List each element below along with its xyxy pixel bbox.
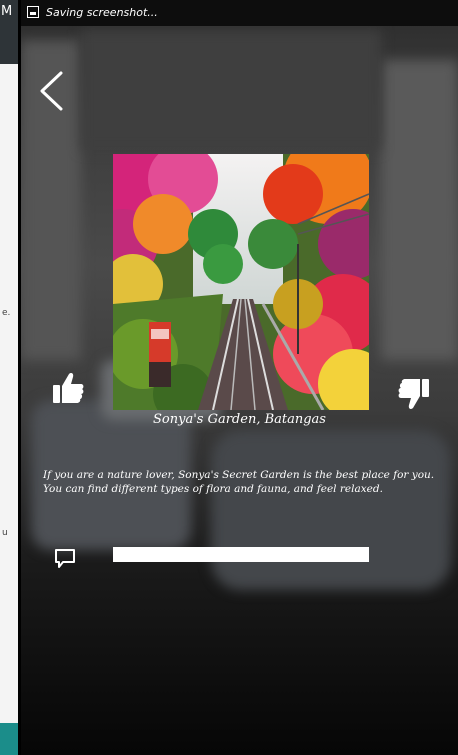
previous-screen-teal-bar: [0, 723, 18, 755]
place-photo: [113, 154, 369, 410]
status-notification: Saving screenshot...: [46, 6, 158, 19]
previous-screen-topbar: M: [0, 0, 18, 64]
comment-button[interactable]: [54, 547, 76, 569]
previous-screen-text-fragment: e.: [2, 308, 11, 318]
detail-screen: Saving screenshot... Sonya's Garden, Bat…: [21, 0, 458, 755]
like-button[interactable]: [51, 370, 85, 406]
place-description: If you are a nature lover, Sonya's Secre…: [43, 469, 435, 495]
back-button[interactable]: [37, 70, 67, 112]
dislike-button[interactable]: [397, 376, 431, 412]
previous-screen-letter: M: [1, 4, 13, 19]
thumbs-up-icon: [53, 373, 84, 403]
previous-screen-edge: M e. u: [0, 0, 18, 755]
speech-bubble-icon: [55, 549, 75, 568]
background-building: [381, 60, 458, 360]
background-car: [211, 430, 451, 590]
status-bar: Saving screenshot...: [21, 0, 458, 26]
chevron-left-icon: [40, 71, 63, 111]
place-caption: Sonya's Garden, Batangas: [153, 412, 326, 427]
thumbs-down-icon: [398, 379, 429, 409]
background-sky: [81, 30, 381, 150]
garden-railway-image: [113, 154, 369, 410]
previous-screen-text-fragment: u: [2, 528, 8, 538]
comment-input[interactable]: [113, 547, 369, 562]
image-icon: [27, 6, 39, 18]
